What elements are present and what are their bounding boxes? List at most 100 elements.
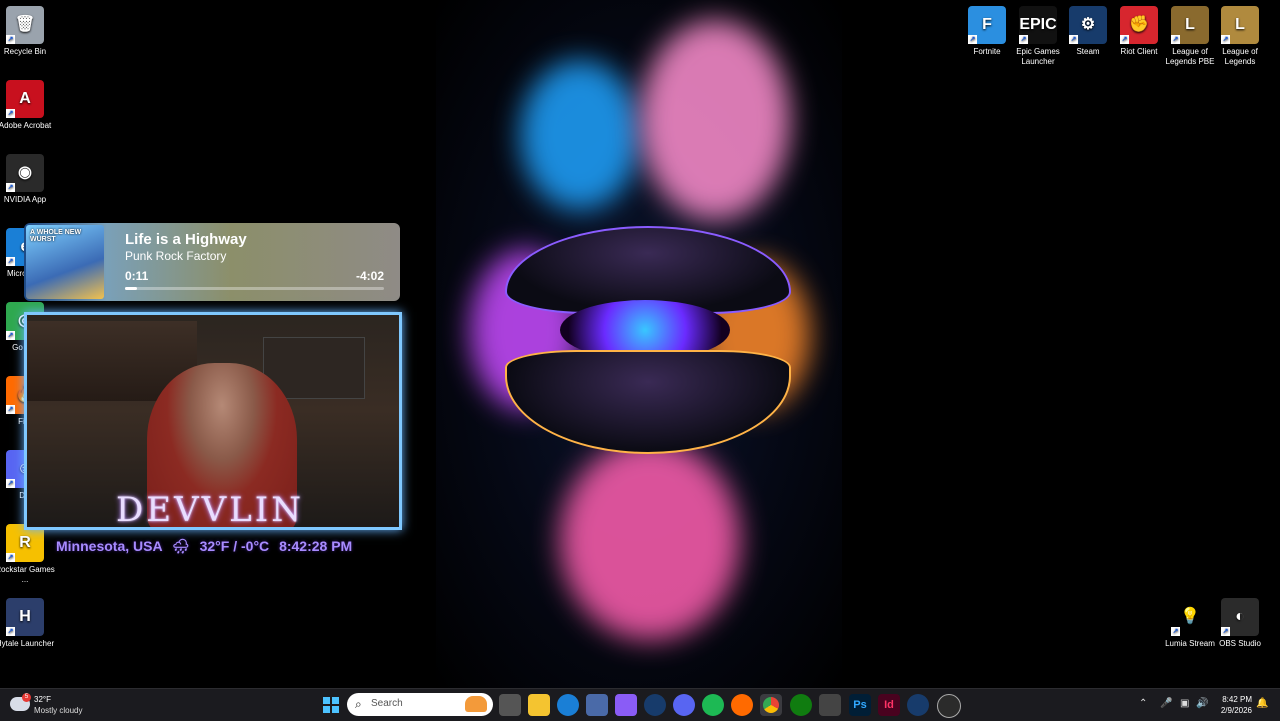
desktop-icon-label: Adobe Acrobat — [0, 121, 52, 130]
app-icon[interactable] — [819, 694, 841, 716]
search-highlight-icon — [465, 696, 487, 712]
location-weather-time: Minnesota, USA 🌧 32°F / -0°C 8:42:28 PM — [56, 538, 352, 555]
obs-taskbar-icon[interactable] — [937, 694, 961, 718]
app-glyph-icon: F — [982, 16, 992, 33]
chevron-up-icon[interactable]: ⌃ — [1139, 698, 1147, 709]
shortcut-arrow-icon: ↗ — [6, 35, 15, 44]
copilot-icon[interactable] — [615, 694, 637, 716]
streamer-name: DEVVLIN — [116, 490, 304, 530]
app-icon: ◉ ↗ — [6, 154, 44, 192]
shortcut-arrow-icon: ↗ — [1069, 35, 1078, 44]
desktop-icon-label: Hytale Launcher — [0, 639, 55, 648]
taskbar-weather-widget[interactable]: 5 32°F Mostly cloudy — [10, 693, 120, 717]
app-icon: ◐ ↗ — [1221, 598, 1259, 636]
network-icon[interactable]: ▣ — [1180, 698, 1189, 709]
taskbar-clock[interactable]: 8:42 PM 2/9/2026 — [1214, 694, 1252, 716]
notification-badge: 5 — [22, 693, 31, 702]
overlay-temperature: 32°F / -0°C — [199, 538, 270, 554]
app-glyph-icon: 💡 — [1180, 608, 1200, 625]
shortcut-arrow-icon: ↗ — [1019, 35, 1028, 44]
app-glyph-icon: ◉ — [18, 164, 32, 181]
app-icon: 🗑 ↗ — [6, 6, 44, 44]
steam-taskbar-icon[interactable] — [644, 694, 666, 716]
search-placeholder: Search — [371, 698, 403, 709]
app-icon: ✊ ↗ — [1120, 6, 1158, 44]
clock-time: 8:42 PM — [1222, 695, 1252, 704]
app-glyph-icon: A — [19, 90, 31, 107]
discord-taskbar-icon[interactable] — [673, 694, 695, 716]
app-glyph-icon: ⚙ — [1080, 16, 1096, 33]
app-icon: L ↗ — [1171, 6, 1209, 44]
edge-icon[interactable] — [557, 694, 579, 716]
store-icon[interactable] — [586, 694, 608, 716]
volume-icon[interactable]: 🔊 — [1196, 698, 1208, 709]
shortcut-arrow-icon: ↗ — [6, 109, 15, 118]
notifications-icon[interactable]: 🔔 — [1256, 698, 1268, 709]
shortcut-arrow-icon: ↗ — [1120, 35, 1129, 44]
steam-secondary-icon[interactable] — [907, 694, 929, 716]
shortcut-arrow-icon: ↗ — [1221, 627, 1230, 636]
desktop-icon-label: Recycle Bin — [3, 47, 47, 56]
shortcut-arrow-icon: ↗ — [1221, 35, 1230, 44]
search-icon: ⌕ — [355, 697, 362, 711]
track-progress-fill — [125, 287, 137, 290]
chrome-taskbar-button[interactable] — [760, 694, 782, 716]
app-glyph-icon: ✊ — [1129, 16, 1149, 33]
wallpaper-smoke-pink — [640, 20, 790, 220]
shortcut-arrow-icon: ↗ — [6, 479, 15, 488]
desktop-icon-label: NVIDIA App — [3, 195, 47, 204]
wallpaper-smoke-blue — [520, 60, 640, 210]
windows-logo-icon — [323, 697, 339, 713]
desktop-icon[interactable]: 🗑 ↗ Recycle Bin — [0, 6, 55, 57]
start-button[interactable] — [320, 694, 342, 716]
indesign-icon[interactable]: Id — [878, 694, 900, 716]
desktop-icon[interactable]: H ↗ Hytale Launcher — [0, 598, 55, 649]
app-icon: 💡 ↗ — [1171, 598, 1209, 636]
shortcut-arrow-icon: ↗ — [6, 257, 15, 266]
shortcut-arrow-icon: ↗ — [6, 405, 15, 414]
firefox-taskbar-icon[interactable] — [731, 694, 753, 716]
shortcut-arrow-icon: ↗ — [1171, 35, 1180, 44]
desktop-icon-label: Rockstar Games ... — [0, 565, 55, 584]
weather-temp: 32°F — [34, 695, 51, 704]
spotify-icon[interactable] — [702, 694, 724, 716]
app-icon: L ↗ — [1221, 6, 1259, 44]
shortcut-arrow-icon: ↗ — [6, 183, 15, 192]
track-progress-bar[interactable] — [125, 287, 384, 290]
app-icon: F ↗ — [968, 6, 1006, 44]
elapsed-time: 0:11 — [125, 269, 149, 283]
app-glyph-icon: H — [19, 608, 31, 625]
shortcut-arrow-icon: ↗ — [968, 35, 977, 44]
desktop-icon[interactable]: ◐ ↗ OBS Studio — [1210, 598, 1270, 649]
now-playing-widget[interactable]: A WHOLE NEW WURST Life is a Highway Punk… — [24, 223, 400, 301]
album-art-text: A WHOLE NEW WURST — [30, 229, 82, 243]
microphone-icon[interactable]: 🎤 — [1160, 698, 1172, 709]
file-explorer-icon[interactable] — [528, 694, 550, 716]
desktop-icon[interactable]: ◉ ↗ NVIDIA App — [0, 154, 55, 205]
task-view-button[interactable] — [499, 694, 521, 716]
track-artist: Punk Rock Factory — [125, 249, 227, 263]
desktop-icon[interactable]: R ↗ Rockstar Games ... — [0, 524, 55, 585]
rain-cloud-icon: 🌧 — [171, 538, 190, 554]
weather-condition: Mostly cloudy — [34, 706, 83, 715]
taskbar-search-box[interactable]: ⌕ Search — [347, 693, 493, 716]
app-glyph-icon: 🗑 — [14, 16, 36, 33]
app-glyph-icon: L — [1185, 16, 1195, 33]
app-icon: EPIC ↗ — [1019, 6, 1057, 44]
wallpaper-smoke-bottom — [560, 440, 740, 640]
album-art: A WHOLE NEW WURST — [26, 225, 104, 299]
shortcut-arrow-icon: ↗ — [6, 331, 15, 340]
app-icon: A ↗ — [6, 80, 44, 118]
xbox-icon[interactable] — [790, 694, 812, 716]
taskbar: 5 32°F Mostly cloudy ⌕ Search Ps Id ⌃ 🎤 … — [0, 688, 1280, 721]
location-text: Minnesota, USA — [56, 538, 163, 554]
photoshop-icon[interactable]: Ps — [849, 694, 871, 716]
desktop-icon-label: League of Legends — [1222, 47, 1258, 66]
desktop-icon[interactable]: L ↗ League of Legends — [1210, 6, 1270, 67]
overlay-time: 8:42:28 PM — [279, 538, 353, 554]
chrome-icon — [763, 697, 779, 713]
desktop-icon[interactable]: A ↗ Adobe Acrobat — [0, 80, 55, 131]
app-icon: ⚙ ↗ — [1069, 6, 1107, 44]
remaining-time: -4:02 — [355, 269, 384, 283]
shortcut-arrow-icon: ↗ — [6, 553, 15, 562]
